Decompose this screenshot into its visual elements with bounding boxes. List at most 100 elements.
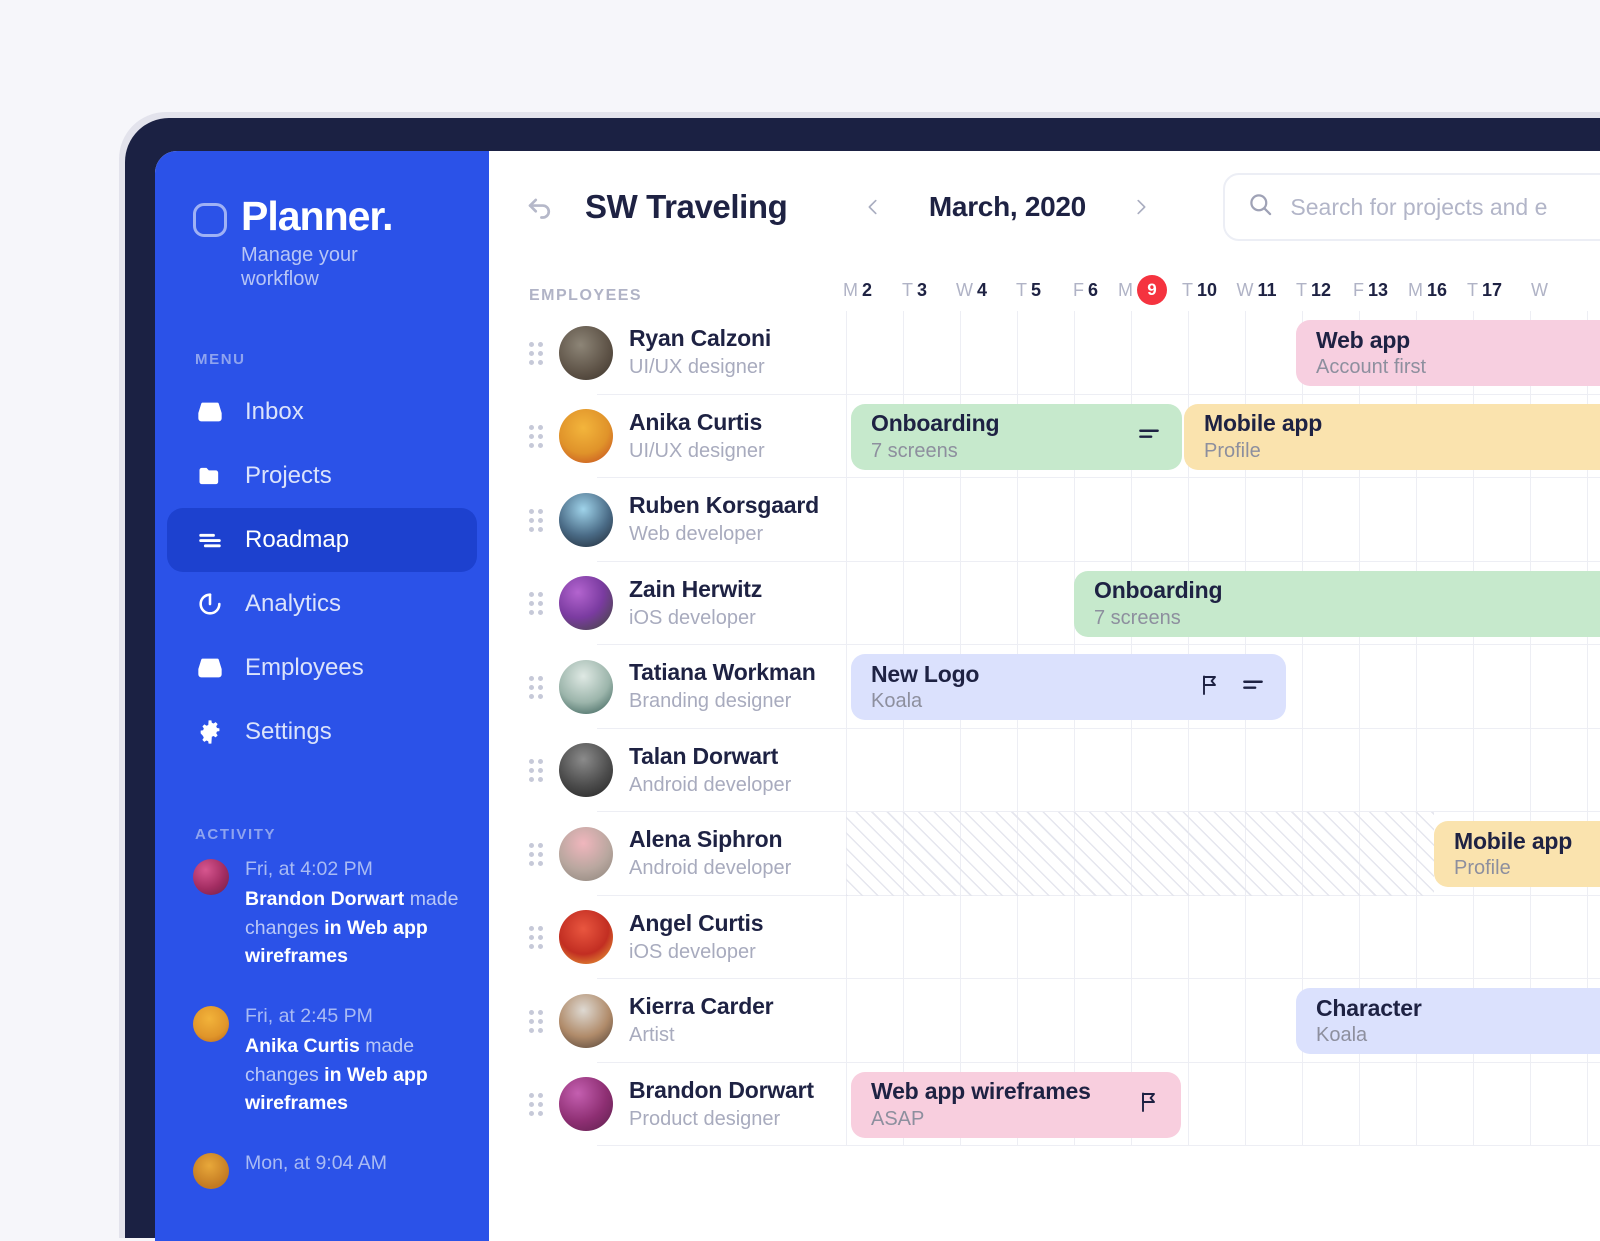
timeline-lane[interactable]: Character Koala xyxy=(829,979,1600,1063)
timeline-lane[interactable] xyxy=(829,478,1600,562)
day-number: 10 xyxy=(1196,279,1218,300)
timeline-lane[interactable]: Onboarding 7 screens xyxy=(829,562,1600,646)
day-header[interactable]: M2 xyxy=(829,275,886,305)
table-row[interactable]: Tatiana Workman Branding designer New Logo… xyxy=(489,645,1600,729)
table-row[interactable]: Zain Herwitz iOS developer Onboarding 7 scr… xyxy=(489,561,1600,646)
sidebar-item-label: Settings xyxy=(245,718,332,746)
day-header[interactable]: W xyxy=(1513,275,1570,305)
sidebar-item-inbox[interactable]: Inbox xyxy=(167,380,477,444)
table-row[interactable]: Alena Siphron Android developer Mobile app… xyxy=(489,812,1600,896)
day-header[interactable]: W4 xyxy=(943,275,1000,305)
drag-handle-icon[interactable] xyxy=(529,341,543,365)
day-header[interactable]: W 11 xyxy=(1228,275,1285,305)
employee-cell: Tatiana Workman Branding designer xyxy=(489,645,829,729)
employee-role: UI/UX designer xyxy=(629,356,765,379)
table-row[interactable]: Anika Curtis UI/UX designer Onboarding 7 sc… xyxy=(489,394,1600,479)
search-box[interactable] xyxy=(1223,173,1600,241)
table-row[interactable]: Ruben Korsgaard Web developer xyxy=(489,478,1600,562)
timeline-lane[interactable]: Mobile app Profile xyxy=(829,812,1600,896)
activity-text: Anika Curtis made changes in Web app wir… xyxy=(245,1032,459,1117)
drag-handle-icon[interactable] xyxy=(529,842,543,866)
day-header[interactable]: T 17 xyxy=(1456,275,1513,305)
task-title: New Logo xyxy=(871,660,980,687)
day-header[interactable]: F6 xyxy=(1057,275,1114,305)
employee-role: Product designer xyxy=(629,1107,781,1130)
sidebar-item-settings[interactable]: Settings xyxy=(167,700,477,764)
day-number: 9 xyxy=(1137,275,1167,305)
sidebar-item-label: Analytics xyxy=(245,590,342,618)
table-row[interactable]: Ryan Calzoni UI/UX designer Web app Account… xyxy=(489,311,1600,395)
employee-name: Ryan Calzoni xyxy=(629,325,772,352)
avatar xyxy=(559,409,613,464)
sidebar-item-roadmap[interactable]: Roadmap xyxy=(167,508,477,573)
employee-name: Talan Dorwart xyxy=(629,742,779,769)
folder-icon xyxy=(195,461,225,491)
day-header[interactable]: T 12 xyxy=(1285,275,1342,305)
timeline-lane[interactable]: Web app Account first xyxy=(829,311,1600,395)
timeline-lane[interactable]: Onboarding 7 screens Mobile app Profile xyxy=(829,395,1600,479)
employee-name: Zain Herwitz xyxy=(629,575,763,602)
chevron-left-icon[interactable] xyxy=(853,187,893,227)
activity-item[interactable]: Fri, at 2:45 PM Anika Curtis made change… xyxy=(193,1002,459,1117)
task-bar[interactable]: New Logo Koala xyxy=(851,654,1286,720)
day-header[interactable]: F 13 xyxy=(1342,275,1399,305)
activity-preposition: in xyxy=(324,916,342,939)
day-of-week: T xyxy=(1466,279,1478,300)
task-bar[interactable]: Onboarding 7 screens xyxy=(851,403,1182,470)
activity-item[interactable]: Mon, at 9:04 AM xyxy=(193,1149,459,1190)
day-header[interactable]: M9 xyxy=(1114,275,1171,305)
task-bar[interactable]: Character Koala xyxy=(1296,988,1600,1054)
timeline-lane[interactable]: Web app wireframes ASAP xyxy=(829,1063,1600,1147)
drag-handle-icon[interactable] xyxy=(529,759,543,783)
task-bar[interactable]: Web app wireframes ASAP xyxy=(851,1071,1181,1138)
chevron-right-icon[interactable] xyxy=(1121,187,1161,227)
drag-handle-icon[interactable] xyxy=(529,508,543,532)
task-bar[interactable]: Onboarding 7 screens xyxy=(1074,570,1600,637)
task-bar[interactable]: Mobile app Profile xyxy=(1434,821,1600,887)
drag-handle-icon[interactable] xyxy=(529,926,543,950)
day-header[interactable]: T3 xyxy=(886,275,943,305)
employee-role: iOS developer xyxy=(629,606,756,629)
table-row[interactable]: Kierra Carder Artist Character Koala xyxy=(489,979,1600,1063)
table-row[interactable]: Brandon Dorwart Product designer Web app w… xyxy=(489,1062,1600,1147)
topbar: SW Traveling March, 2020 xyxy=(489,151,1600,263)
sidebar-item-analytics[interactable]: Analytics xyxy=(167,572,477,636)
task-bar[interactable]: Web app Account first xyxy=(1296,320,1600,386)
timeline-lane[interactable]: New Logo Koala xyxy=(829,645,1600,729)
employee-cell: Kierra Carder Artist xyxy=(489,979,829,1063)
day-number: 11 xyxy=(1257,279,1277,300)
day-header[interactable]: M 16 xyxy=(1399,275,1456,305)
inbox-icon xyxy=(195,653,225,683)
employee-name: Tatiana Workman xyxy=(629,659,816,686)
timeline-lane[interactable] xyxy=(829,896,1600,980)
task-bar[interactable]: Mobile app Profile xyxy=(1184,403,1600,470)
sidebar-item-employees[interactable]: Employees xyxy=(167,636,477,700)
flag-icon[interactable] xyxy=(1198,673,1222,702)
day-header[interactable]: T5 xyxy=(1000,275,1057,305)
avatar xyxy=(559,826,613,881)
activity-item[interactable]: Fri, at 4:02 PM Brandon Dorwart made cha… xyxy=(193,855,459,970)
drag-handle-icon[interactable] xyxy=(529,1009,543,1033)
day-of-week: M xyxy=(1118,279,1133,300)
list-icon[interactable] xyxy=(1240,672,1266,703)
brand: Planner. Manage your workflow xyxy=(155,194,489,291)
timeline-lane[interactable] xyxy=(829,729,1600,813)
list-icon[interactable] xyxy=(1136,421,1162,452)
drag-handle-icon[interactable] xyxy=(529,675,543,699)
search-input[interactable] xyxy=(1290,193,1600,221)
sidebar-item-projects[interactable]: Projects xyxy=(167,444,477,508)
task-texts: Web app wireframes ASAP xyxy=(871,1078,1123,1130)
sidebar-item-label: Projects xyxy=(245,462,332,490)
employee-name: Anika Curtis xyxy=(629,408,763,435)
drag-handle-icon[interactable] xyxy=(529,425,543,449)
flag-icon[interactable] xyxy=(1137,1090,1161,1119)
day-header[interactable]: T 10 xyxy=(1171,275,1228,305)
task-title: Onboarding xyxy=(871,410,1000,437)
task-texts: Onboarding 7 screens xyxy=(1094,577,1600,629)
employee-name: Brandon Dorwart xyxy=(629,1076,814,1103)
drag-handle-icon[interactable] xyxy=(529,592,543,616)
drag-handle-icon[interactable] xyxy=(529,1093,543,1117)
table-row[interactable]: Talan Dorwart Android developer xyxy=(489,728,1600,813)
back-arrow-icon[interactable] xyxy=(523,190,557,224)
table-row[interactable]: Angel Curtis iOS developer xyxy=(489,895,1600,980)
